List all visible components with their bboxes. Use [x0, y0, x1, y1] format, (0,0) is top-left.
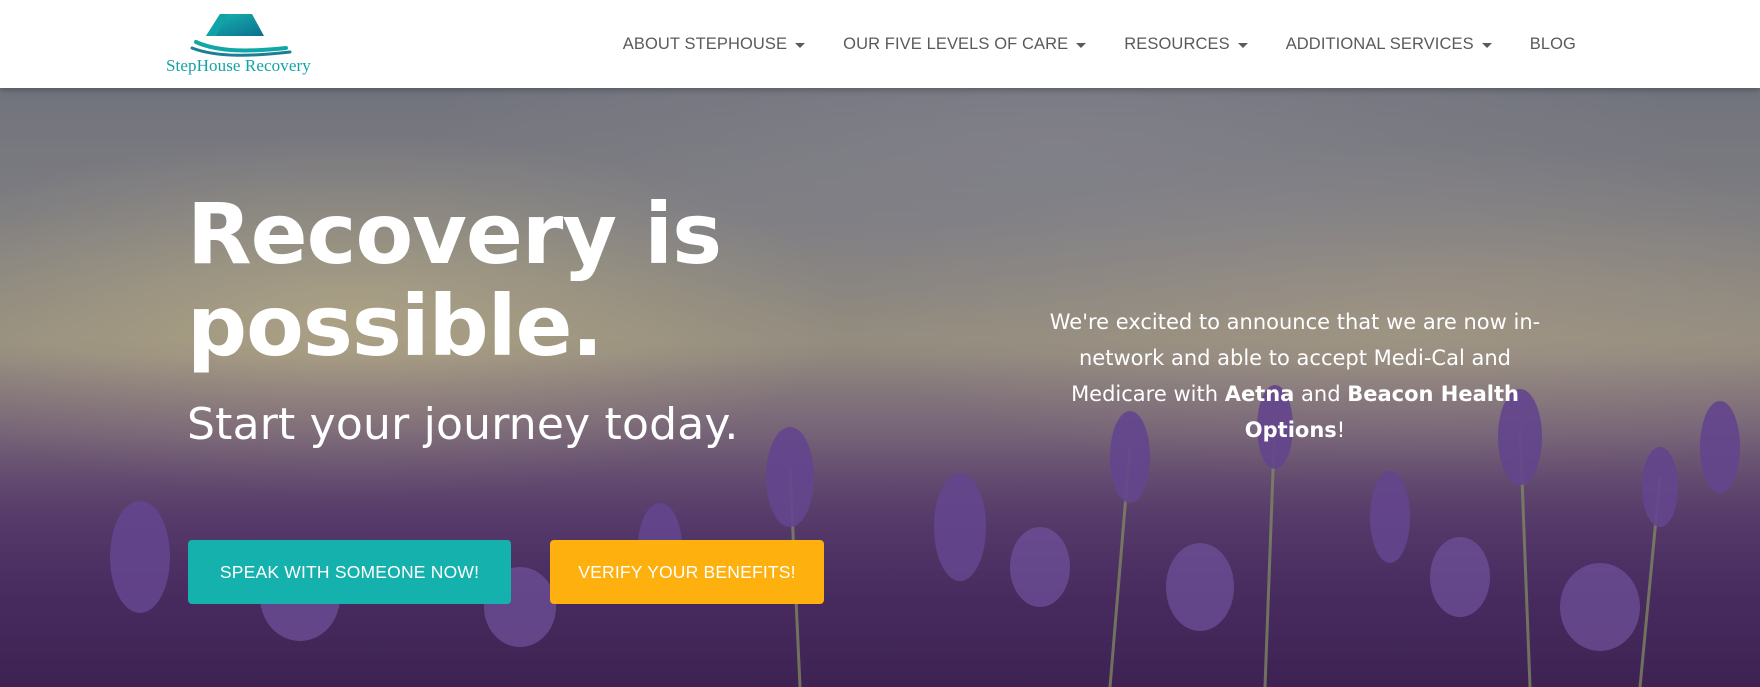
nav-about-stephouse[interactable]: ABOUT STEPHOUSE	[622, 34, 806, 54]
caret-down-icon	[795, 42, 806, 48]
caret-down-icon	[1076, 42, 1087, 48]
site-logo[interactable]: StepHouse Recovery	[166, 8, 316, 80]
headline-line-1: Recovery is	[187, 185, 722, 283]
nav-blog[interactable]: BLOG	[1530, 35, 1576, 54]
insurer-aetna: Aetna	[1224, 382, 1295, 406]
nav-resources[interactable]: RESOURCES	[1124, 34, 1248, 54]
logo-text: StepHouse Recovery	[166, 56, 311, 75]
hero-section: Recovery is possible. Start your journey…	[0, 88, 1760, 687]
nav-label: OUR FIVE LEVELS OF CARE	[843, 34, 1069, 53]
headline-line-2: possible.	[187, 277, 603, 375]
nav-additional-services[interactable]: ADDITIONAL SERVICES	[1286, 35, 1492, 54]
nav-label: RESOURCES	[1124, 34, 1230, 53]
caret-down-icon	[1481, 42, 1492, 48]
nav-label: ABOUT STEPHOUSE	[622, 34, 788, 53]
nav-five-levels-of-care[interactable]: OUR FIVE LEVELS OF CARE	[843, 34, 1087, 54]
hero-subheadline: Start your journey today.	[187, 399, 739, 450]
nav-label: BLOG	[1529, 34, 1576, 53]
announcement-text: and	[1294, 382, 1348, 406]
hero-headline: Recovery is possible.	[187, 188, 807, 372]
announcement-text: !	[1336, 418, 1346, 442]
verify-benefits-button[interactable]: VERIFY YOUR BENEFITS!	[550, 540, 824, 604]
house-logo-icon	[190, 14, 292, 57]
main-nav: ABOUT STEPHOUSE OUR FIVE LEVELS OF CARE …	[623, 0, 1576, 88]
insurance-announcement: We're excited to announce that we are no…	[1030, 304, 1560, 448]
caret-down-icon	[1237, 42, 1248, 48]
button-label: SPEAK WITH SOMEONE NOW!	[219, 561, 480, 582]
site-header: StepHouse Recovery ABOUT STEPHOUSE OUR F…	[0, 0, 1760, 88]
speak-with-someone-button[interactable]: SPEAK WITH SOMEONE NOW!	[188, 540, 511, 604]
button-label: VERIFY YOUR BENEFITS!	[578, 561, 796, 582]
nav-label: ADDITIONAL SERVICES	[1285, 34, 1474, 53]
